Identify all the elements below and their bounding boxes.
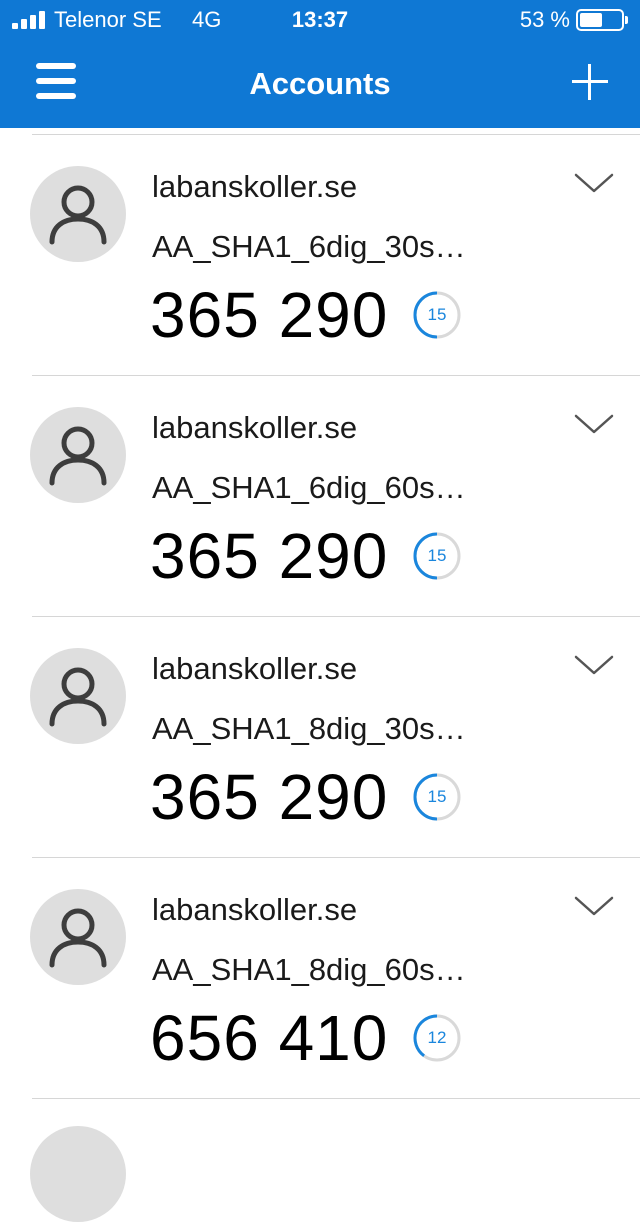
countdown-timer: 15 — [412, 772, 462, 822]
account-name: AA_SHA1_8dig_60s… — [152, 952, 466, 987]
timer-seconds: 15 — [427, 787, 447, 806]
account-item[interactable]: labanskoller.se AA_SHA1_6dig_30s… 365 29… — [0, 135, 640, 376]
otp-code[interactable]: 365 290 — [150, 279, 388, 351]
account-name: AA_SHA1_8dig_30s… — [152, 711, 466, 746]
account-name: AA_SHA1_6dig_60s… — [152, 470, 466, 505]
app-header: Telenor SE 4G 13:37 53 % Accounts — [0, 0, 640, 128]
countdown-timer: 15 — [412, 531, 462, 581]
chevron-down-icon[interactable] — [572, 169, 616, 199]
divider — [32, 1098, 640, 1099]
timer-seconds: 15 — [427, 546, 447, 565]
add-account-button[interactable] — [572, 64, 608, 100]
person-icon — [49, 185, 107, 245]
account-issuer: labanskoller.se — [152, 169, 358, 204]
account-item[interactable]: labanskoller.se AA_SHA1_8dig_60s… 656 41… — [0, 858, 640, 1099]
status-bar: Telenor SE 4G 13:37 53 % — [0, 0, 640, 40]
countdown-timer: 15 — [412, 290, 462, 340]
person-icon — [49, 426, 107, 486]
account-issuer: labanskoller.se — [152, 410, 358, 445]
battery-percentage: 53 % — [519, 7, 570, 32]
chevron-down-icon[interactable] — [572, 892, 616, 922]
chevron-down-icon[interactable] — [572, 410, 616, 440]
account-item[interactable]: labanskoller.se AA_SHA1_8dig_30s… 365 29… — [0, 617, 640, 858]
avatar — [30, 407, 126, 503]
battery-icon — [576, 9, 628, 31]
avatar — [30, 1126, 126, 1222]
countdown-timer: 12 — [412, 1013, 462, 1063]
otp-code[interactable]: 365 290 — [150, 761, 388, 833]
account-list[interactable]: labanskoller.se AA_SHA1_6dig_30s… 365 29… — [0, 135, 640, 1136]
person-icon — [49, 667, 107, 727]
otp-code[interactable]: 656 410 — [150, 1002, 388, 1074]
timer-seconds: 12 — [427, 1028, 447, 1047]
page-title: Accounts — [249, 66, 391, 101]
chevron-down-icon[interactable] — [572, 651, 616, 681]
account-issuer: labanskoller.se — [152, 651, 358, 686]
person-icon — [49, 908, 107, 968]
timer-seconds: 15 — [427, 305, 447, 324]
account-item[interactable]: labanskoller.se AA_SHA1_6dig_60s… 365 29… — [0, 376, 640, 617]
avatar — [30, 648, 126, 744]
avatar — [30, 166, 126, 262]
account-issuer: labanskoller.se — [152, 892, 358, 927]
avatar — [30, 889, 126, 985]
account-name: AA_SHA1_6dig_30s… — [152, 229, 466, 264]
otp-code[interactable]: 365 290 — [150, 520, 388, 592]
